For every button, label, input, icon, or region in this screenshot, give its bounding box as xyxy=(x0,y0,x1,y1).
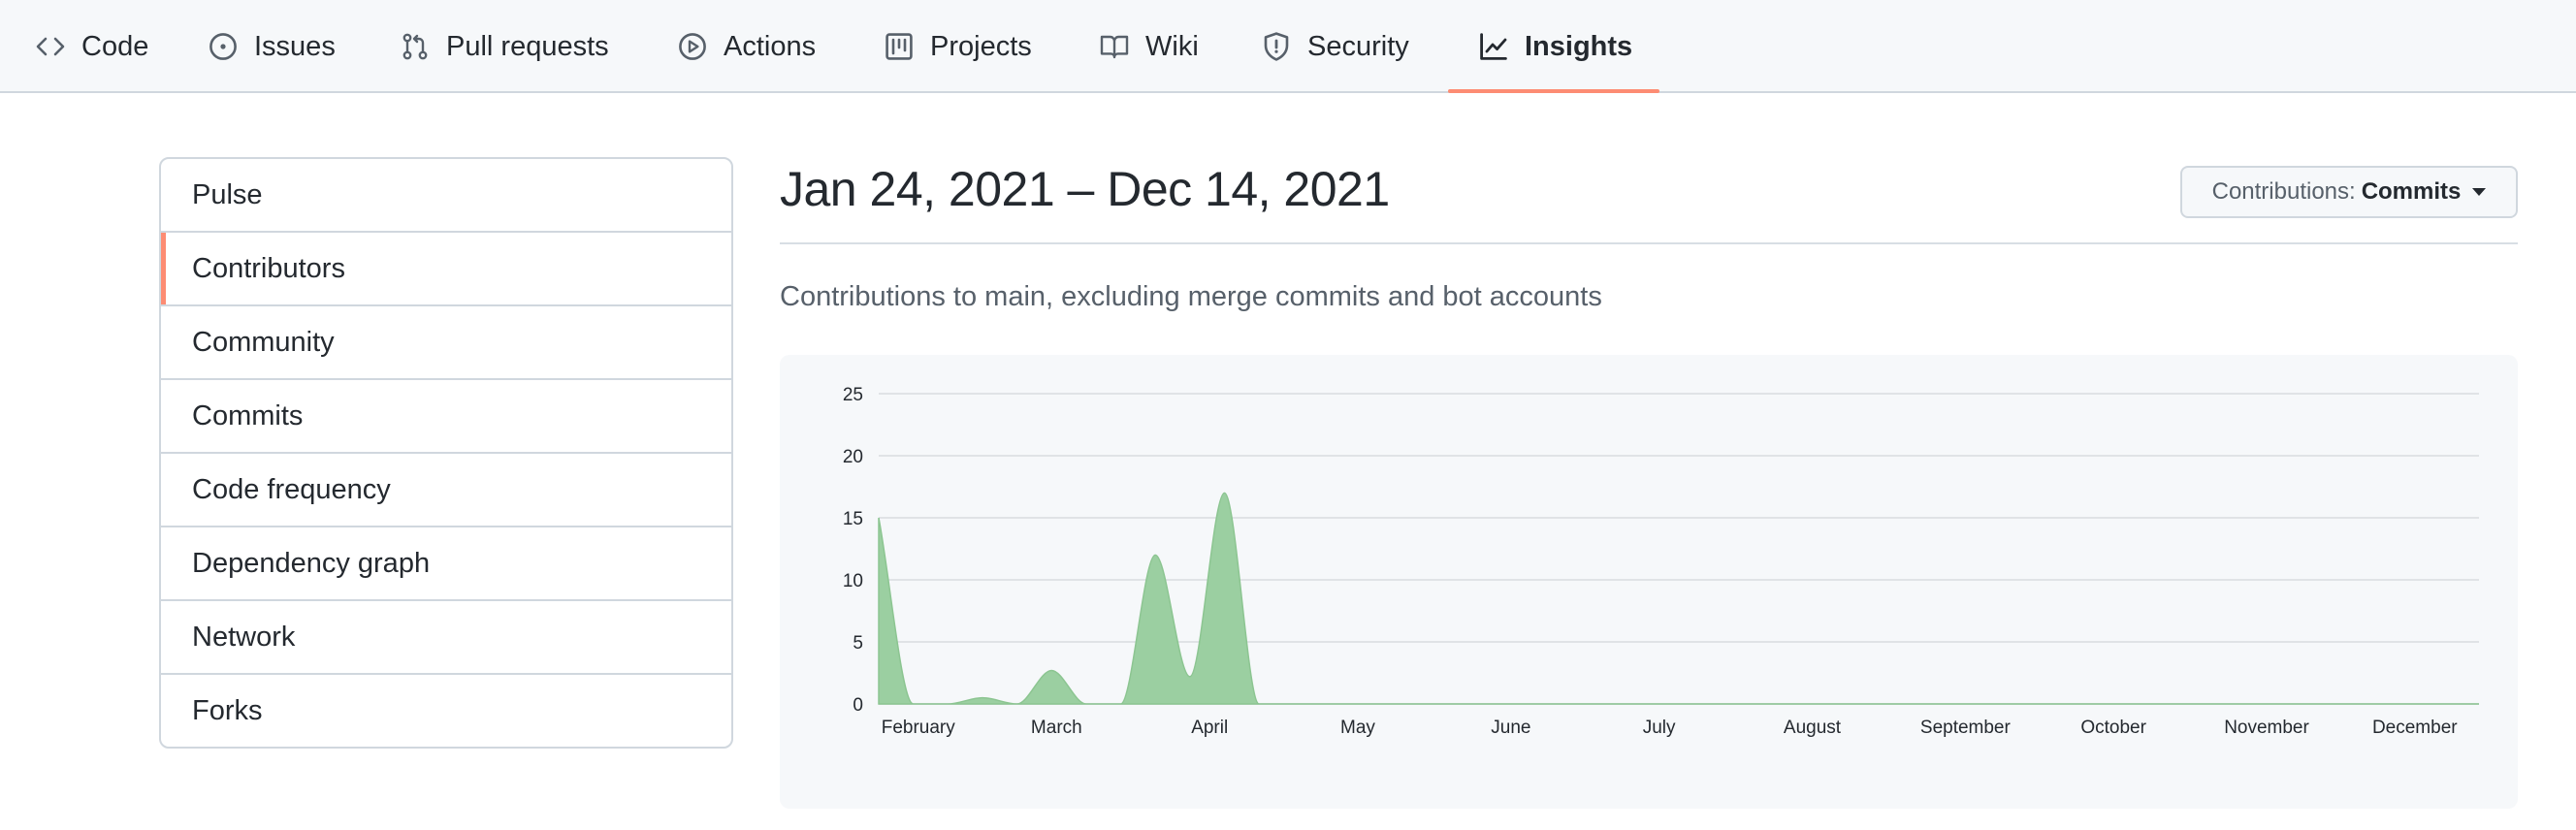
shield-icon xyxy=(1261,31,1292,62)
y-tick-label: 10 xyxy=(843,571,863,591)
y-tick-label: 5 xyxy=(853,633,863,654)
x-tick-label: March xyxy=(1031,718,1082,738)
chart-svg: 0 5 10 15 20 25 February March April May June July A… xyxy=(843,385,2479,738)
contributions-type-dropdown[interactable]: Contributions: Commits xyxy=(2180,166,2518,218)
x-tick-label: May xyxy=(1340,718,1375,738)
x-tick-label: September xyxy=(1920,718,2012,738)
tab-wiki[interactable]: Wiki xyxy=(1099,0,1199,93)
sidebar-item-pulse[interactable]: Pulse xyxy=(161,159,731,231)
insights-sidebar: Pulse Contributors Community Commits Cod… xyxy=(159,157,733,749)
y-tick-label: 0 xyxy=(853,695,863,716)
sidebar-item-forks[interactable]: Forks xyxy=(161,673,731,747)
project-icon xyxy=(884,31,915,62)
active-tab-indicator xyxy=(1448,89,1659,93)
y-tick-label: 25 xyxy=(843,385,863,405)
x-tick-label: August xyxy=(1784,718,1842,738)
x-tick-label: July xyxy=(1643,718,1676,738)
x-tick-label: February xyxy=(882,718,956,738)
page-title: Jan 24, 2021 – Dec 14, 2021 xyxy=(780,162,1390,216)
tab-projects[interactable]: Projects xyxy=(884,0,1032,93)
graph-icon xyxy=(1478,31,1509,62)
tab-label: Projects xyxy=(930,30,1032,62)
header-divider xyxy=(780,242,2518,244)
book-icon xyxy=(1099,31,1130,62)
dropdown-prefix: Contributions: xyxy=(2211,178,2356,205)
tab-label: Insights xyxy=(1525,30,1633,62)
tab-label: Pull requests xyxy=(446,30,609,62)
code-icon xyxy=(35,31,66,62)
tab-label: Issues xyxy=(254,30,336,62)
dropdown-value: Commits xyxy=(2361,178,2462,205)
tab-label: Security xyxy=(1307,30,1409,62)
tab-pull-requests[interactable]: Pull requests xyxy=(400,0,609,93)
tab-label: Actions xyxy=(724,30,817,62)
sidebar-item-label: Forks xyxy=(192,694,263,726)
sidebar-item-label: Code frequency xyxy=(192,473,391,505)
x-tick-label: June xyxy=(1491,718,1530,738)
sidebar-item-label: Pulse xyxy=(192,178,263,210)
chart-subtitle: Contributions to main, excluding merge c… xyxy=(780,281,1602,312)
tab-label: Wiki xyxy=(1145,30,1199,62)
y-tick-label: 15 xyxy=(843,509,863,529)
sidebar-item-contributors[interactable]: Contributors xyxy=(161,231,731,304)
sidebar-item-label: Commits xyxy=(192,399,304,431)
sidebar-item-community[interactable]: Community xyxy=(161,304,731,378)
tab-actions[interactable]: Actions xyxy=(677,0,816,93)
sidebar-item-label: Community xyxy=(192,326,335,358)
commits-area-series xyxy=(878,492,2479,705)
tab-security[interactable]: Security xyxy=(1261,0,1409,93)
sidebar-item-label: Network xyxy=(192,621,296,653)
sidebar-item-label: Dependency graph xyxy=(192,547,431,579)
tab-issues[interactable]: Issues xyxy=(208,0,336,93)
sidebar-item-network[interactable]: Network xyxy=(161,599,731,673)
issue-opened-icon xyxy=(208,31,239,62)
sidebar-item-commits[interactable]: Commits xyxy=(161,378,731,452)
repo-tab-nav: Code Issues Pull requests Actions Projec… xyxy=(0,0,2576,93)
x-tick-label: November xyxy=(2224,718,2309,738)
sidebar-item-code-frequency[interactable]: Code frequency xyxy=(161,452,731,526)
tab-label: Code xyxy=(81,30,149,62)
x-tick-label: December xyxy=(2372,718,2458,738)
tab-code[interactable]: Code xyxy=(35,0,148,93)
play-icon xyxy=(677,31,708,62)
tab-insights[interactable]: Insights xyxy=(1478,0,1632,93)
git-pull-request-icon xyxy=(400,31,431,62)
contributions-chart: 0 5 10 15 20 25 February March April May June July A… xyxy=(780,355,2518,809)
x-tick-label: October xyxy=(2080,718,2146,738)
y-tick-label: 20 xyxy=(843,447,863,467)
caret-down-icon xyxy=(2472,188,2487,196)
x-tick-label: April xyxy=(1191,718,1228,738)
sidebar-item-dependency-graph[interactable]: Dependency graph xyxy=(161,526,731,599)
sidebar-item-label: Contributors xyxy=(192,252,345,284)
